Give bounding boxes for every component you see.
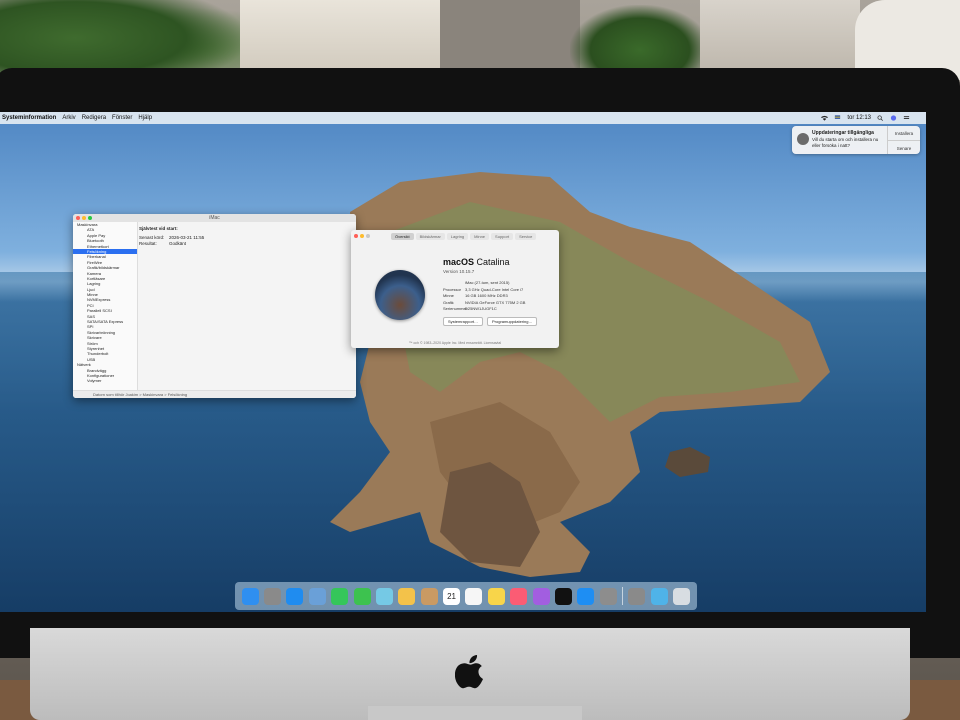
- tab-oversikt[interactable]: Översikt: [391, 233, 414, 240]
- about-tabs: Översikt Bildskärmar Lagring Minne Suppo…: [391, 233, 537, 240]
- sidebar-item[interactable]: Volymer: [73, 378, 137, 383]
- hardware-sidebar: Maskinvara ATA Apple Pay Bluetooth Ethernetk…: [73, 222, 138, 390]
- trash-icon[interactable]: [673, 587, 691, 605]
- os-name-light: Catalina: [476, 257, 510, 267]
- reminders-icon[interactable]: [465, 587, 483, 605]
- messages-icon[interactable]: [353, 587, 371, 605]
- spec-value: D25NW1JUGF1C: [465, 306, 497, 311]
- tab-support[interactable]: Support: [491, 233, 514, 240]
- detail-heading: Självtest vid start:: [139, 226, 178, 231]
- contacts-icon[interactable]: [420, 587, 438, 605]
- menu-redigera[interactable]: Redigera: [82, 115, 106, 121]
- podcasts-icon[interactable]: [532, 587, 550, 605]
- dock-separator: [622, 587, 624, 605]
- minimize-icon[interactable]: [82, 216, 86, 220]
- menu-clock[interactable]: tor 12:13: [847, 115, 871, 121]
- safari-icon[interactable]: [286, 587, 304, 605]
- search-icon[interactable]: [877, 115, 884, 121]
- later-button[interactable]: Senare: [888, 140, 920, 155]
- downloads-folder-icon[interactable]: [650, 587, 668, 605]
- wifi-icon[interactable]: [821, 115, 829, 121]
- finder-icon[interactable]: [241, 587, 259, 605]
- detail-pane: Självtest vid start: Senast körd: 2026-0…: [139, 226, 204, 247]
- launchpad-icon[interactable]: [264, 587, 282, 605]
- detail-value: Godkänt: [169, 241, 187, 246]
- install-button[interactable]: Installera: [888, 126, 920, 140]
- calendar-icon[interactable]: 21: [443, 587, 461, 605]
- path-bar: Datorn som tillhör Joakim > Maskinvara >…: [73, 390, 356, 398]
- spec-row: Serienummer D25NW1JUGF1C: [443, 306, 525, 313]
- copyright-footer: ™ och © 1983–2020 Apple Inc. Med ensamrä…: [408, 341, 502, 345]
- detail-key: Resultat:: [139, 241, 157, 246]
- notification-title: Uppdateringar tillgängliga: [812, 130, 874, 136]
- app-store-icon[interactable]: [577, 587, 595, 605]
- tv-icon[interactable]: [554, 587, 572, 605]
- window-title: iMac: [209, 215, 220, 221]
- macos-catalina-icon: [375, 270, 425, 320]
- tab-service[interactable]: Service: [515, 233, 537, 240]
- facetime-icon[interactable]: [331, 587, 349, 605]
- monitor-stand: [368, 706, 582, 720]
- tab-lagring[interactable]: Lagring: [446, 233, 469, 240]
- os-name-bold: macOS: [443, 257, 475, 267]
- system-information-window: iMac Maskinvara ATA Apple Pay Bluetooth Ethe…: [73, 214, 356, 398]
- notes-icon[interactable]: [487, 587, 505, 605]
- update-notification[interactable]: Uppdateringar tillgängliga Vill du start…: [792, 126, 920, 154]
- menu-bar: Systeminformation Arkiv Redigera Fönster…: [0, 112, 926, 124]
- detail-row: Resultat: Godkänt: [139, 241, 204, 247]
- desktop-screen: Systeminformation Arkiv Redigera Fönster…: [0, 112, 926, 612]
- spec-list: iMac (27-tum, sent 2015) Processor 3,3 GH…: [443, 280, 525, 313]
- photos-icon[interactable]: [398, 587, 416, 605]
- siri-icon[interactable]: [890, 115, 897, 121]
- music-icon[interactable]: [510, 587, 528, 605]
- spec-key: Serienummer: [443, 306, 468, 311]
- system-preferences-icon[interactable]: [599, 587, 617, 605]
- dock: 21: [235, 582, 697, 610]
- close-icon[interactable]: [354, 234, 358, 238]
- tab-bildskarmar[interactable]: Bildskärmar: [415, 233, 445, 240]
- system-report-button[interactable]: Systemrapport…: [443, 317, 484, 326]
- os-version: Version 10.15.7: [443, 269, 475, 274]
- software-update-button[interactable]: Programuppdatering…: [487, 317, 538, 326]
- maps-icon[interactable]: [375, 587, 393, 605]
- menu-app-name[interactable]: Systeminformation: [2, 115, 56, 121]
- zoom-icon[interactable]: [88, 216, 92, 220]
- flag-icon[interactable]: [834, 115, 841, 121]
- menu-arkiv[interactable]: Arkiv: [62, 115, 75, 121]
- shelf: [700, 0, 860, 75]
- keyboard-app-icon[interactable]: [628, 587, 646, 605]
- zoom-icon[interactable]: [366, 234, 370, 238]
- notification-center-icon[interactable]: [903, 115, 910, 121]
- notification-body: Vill du starta om och installera nu elle…: [812, 137, 879, 148]
- tab-minne[interactable]: Minne: [470, 233, 490, 240]
- menu-fonster[interactable]: Fönster: [112, 115, 132, 121]
- close-icon[interactable]: [76, 216, 80, 220]
- os-title: macOS Catalina: [443, 257, 510, 267]
- apple-logo-icon: [455, 655, 483, 689]
- menu-hjalp[interactable]: Hjälp: [138, 115, 152, 121]
- photo-preview-icon[interactable]: [308, 587, 326, 605]
- minimize-icon[interactable]: [360, 234, 364, 238]
- window-titlebar[interactable]: iMac: [73, 214, 356, 222]
- system-preferences-icon: [797, 133, 809, 145]
- about-this-mac-window: Översikt Bildskärmar Lagring Minne Suppo…: [351, 230, 559, 348]
